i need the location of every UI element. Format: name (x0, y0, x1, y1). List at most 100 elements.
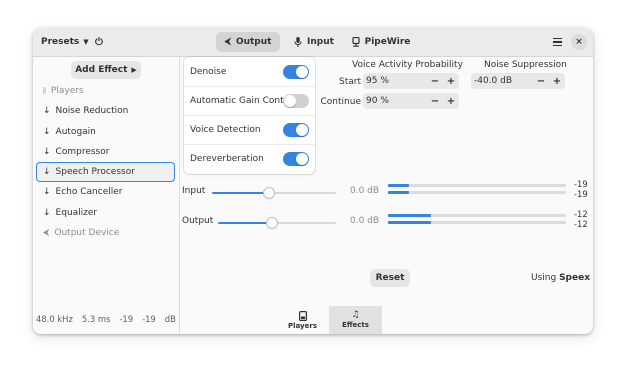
denoise-switch[interactable] (283, 64, 309, 79)
sidebar-item-label: Autogain (55, 126, 96, 137)
sidebar-item-compressor[interactable]: ↓ Compressor (33, 142, 179, 162)
output-level-value-left: -12 (574, 209, 588, 219)
tab-pipewire[interactable]: PipeWire (348, 32, 414, 52)
main-menu-button[interactable] (549, 34, 565, 50)
sidebar-item-label: Compressor (55, 147, 110, 158)
vad-continue-decrement[interactable]: − (427, 96, 443, 107)
view-switcher: Players ♫ Effects (276, 306, 382, 334)
level-left: -19 (119, 314, 134, 324)
input-level-value-right: -19 (574, 189, 588, 199)
sidebar-item-label: Players (50, 86, 84, 97)
toggle-row-voice-detection: Voice Detection (184, 115, 315, 144)
sidebar-item-label: Equalizer (55, 207, 98, 218)
output-device-icon: ⮜ (43, 227, 50, 238)
input-gain-value: 0.0 dB (350, 186, 380, 196)
bypass-button[interactable]: ⏻ (95, 33, 103, 51)
toggles-card: Denoise Automatic Gain Control Voice Det… (184, 57, 315, 174)
noise-suppression-increment[interactable]: + (549, 76, 565, 87)
arrow-down-icon: ↓ (43, 167, 51, 178)
reset-button[interactable]: Reset (370, 269, 410, 287)
sidebar-item-label: Echo Canceller (55, 187, 123, 198)
sidebar-item-autogain[interactable]: ↓ Autogain (33, 122, 179, 142)
output-gain-slider[interactable] (218, 218, 336, 228)
input-level-meter-right (388, 191, 566, 194)
tab-output-label: Output (235, 37, 272, 47)
hamburger-icon (552, 37, 562, 40)
tab-output[interactable]: ⮜ Output (216, 32, 280, 52)
vad-start-value[interactable]: 95 % (363, 76, 427, 86)
toggle-label: Denoise (190, 66, 227, 77)
close-icon: × (575, 37, 583, 47)
vad-continue-increment[interactable]: + (443, 96, 459, 107)
output-arrow-icon: ⮜ (224, 37, 231, 47)
toggle-row-agc: Automatic Gain Control (184, 86, 315, 115)
vad-title: Voice Activity Probability (352, 60, 463, 70)
toggle-label: Dereverberation (190, 153, 264, 164)
sidebar-item-output-device[interactable]: ⮜ Output Device (33, 223, 179, 243)
tab-effects-label: Effects (342, 321, 369, 329)
level-unit: dB (164, 314, 176, 324)
dereverberation-switch[interactable] (283, 151, 309, 166)
tab-pipewire-label: PipeWire (364, 37, 411, 47)
engine-prefix: Using (530, 273, 557, 283)
input-level-value-left: -19 (574, 179, 588, 189)
noise-suppression-decrement[interactable]: − (533, 76, 549, 87)
input-gain-label: Input (182, 186, 206, 196)
microphone-icon (294, 37, 302, 47)
presets-menu-button[interactable]: Presets ▼ (41, 33, 89, 51)
tab-players-label: Players (288, 321, 317, 330)
sidebar-item-noise-reduction[interactable]: ↓ Noise Reduction (33, 101, 179, 121)
output-gain-label: Output (182, 216, 214, 226)
tab-players[interactable]: Players (276, 306, 329, 334)
vad-start-decrement[interactable]: − (427, 76, 443, 87)
engine-label: Using Speex (531, 273, 590, 283)
arrow-down-icon: ↓ (43, 106, 51, 117)
toggle-row-dereverberation: Dereverberation (184, 144, 315, 173)
output-gain-row: Output 0.0 dB -12 -12 (180, 209, 593, 230)
tab-input-label: Input (307, 37, 334, 47)
main-panel: Denoise Automatic Gain Control Voice Det… (180, 57, 593, 334)
power-icon: ⏻ (95, 36, 103, 48)
toggle-label: Voice Detection (190, 124, 261, 135)
pipewire-icon (351, 37, 360, 47)
sidebar-item-echo-canceller[interactable]: ↓ Echo Canceller (33, 182, 179, 202)
tab-input[interactable]: Input (290, 32, 338, 52)
tab-effects[interactable]: ♫ Effects (329, 306, 382, 334)
sample-rate: 48.0 kHz (36, 314, 73, 324)
add-effect-button[interactable]: Add Effect ▶ (71, 61, 141, 79)
noise-suppression-value[interactable]: -40.0 dB (471, 76, 533, 86)
input-gain-slider[interactable] (212, 188, 336, 198)
vad-continue-label: Continue (320, 97, 361, 107)
effects-list: ⫲ Players ↓ Noise Reduction ↓ Autogain ↓… (33, 81, 179, 243)
vad-start-spin: 95 % − + (363, 73, 459, 89)
output-level-meter-left (388, 214, 566, 217)
agc-switch[interactable] (283, 93, 309, 108)
sidebar-item-equalizer[interactable]: ↓ Equalizer (33, 202, 179, 222)
noise-suppression-spin: -40.0 dB − + (471, 73, 565, 89)
sidebar-item-label: Noise Reduction (55, 106, 129, 117)
header-bar: Presets ▼ ⏻ ⮜ Output Input PipeWire × (33, 28, 593, 57)
vad-start-increment[interactable]: + (443, 76, 459, 87)
toggle-row-denoise: Denoise (184, 57, 315, 86)
players-icon: ⫲ (43, 86, 46, 97)
engine-name: Speex (559, 273, 590, 283)
close-button[interactable]: × (571, 34, 587, 50)
output-gain-value: 0.0 dB (350, 216, 380, 226)
arrow-down-icon: ↓ (43, 187, 51, 198)
music-note-icon: ♫ (351, 310, 360, 320)
input-level-meter-left (388, 184, 566, 187)
voice-detection-switch[interactable] (283, 122, 309, 137)
output-gain-slider-knob[interactable] (267, 218, 278, 228)
sidebar-item-players[interactable]: ⫲ Players (33, 81, 179, 101)
vad-continue-value[interactable]: 90 % (363, 96, 427, 106)
latency: 5.3 ms (81, 314, 111, 324)
arrow-down-icon: ↓ (43, 207, 51, 218)
output-level-meter-right (388, 221, 566, 224)
vad-start-label: Start (339, 77, 361, 87)
presets-label: Presets (41, 37, 80, 47)
level-right: -19 (142, 314, 156, 324)
input-gain-slider-knob[interactable] (264, 188, 275, 198)
add-effect-label: Add Effect (75, 65, 128, 75)
sidebar-item-speech-processor[interactable]: ↓ Speech Processor (36, 162, 175, 183)
toggle-label: Automatic Gain Control (190, 95, 296, 106)
